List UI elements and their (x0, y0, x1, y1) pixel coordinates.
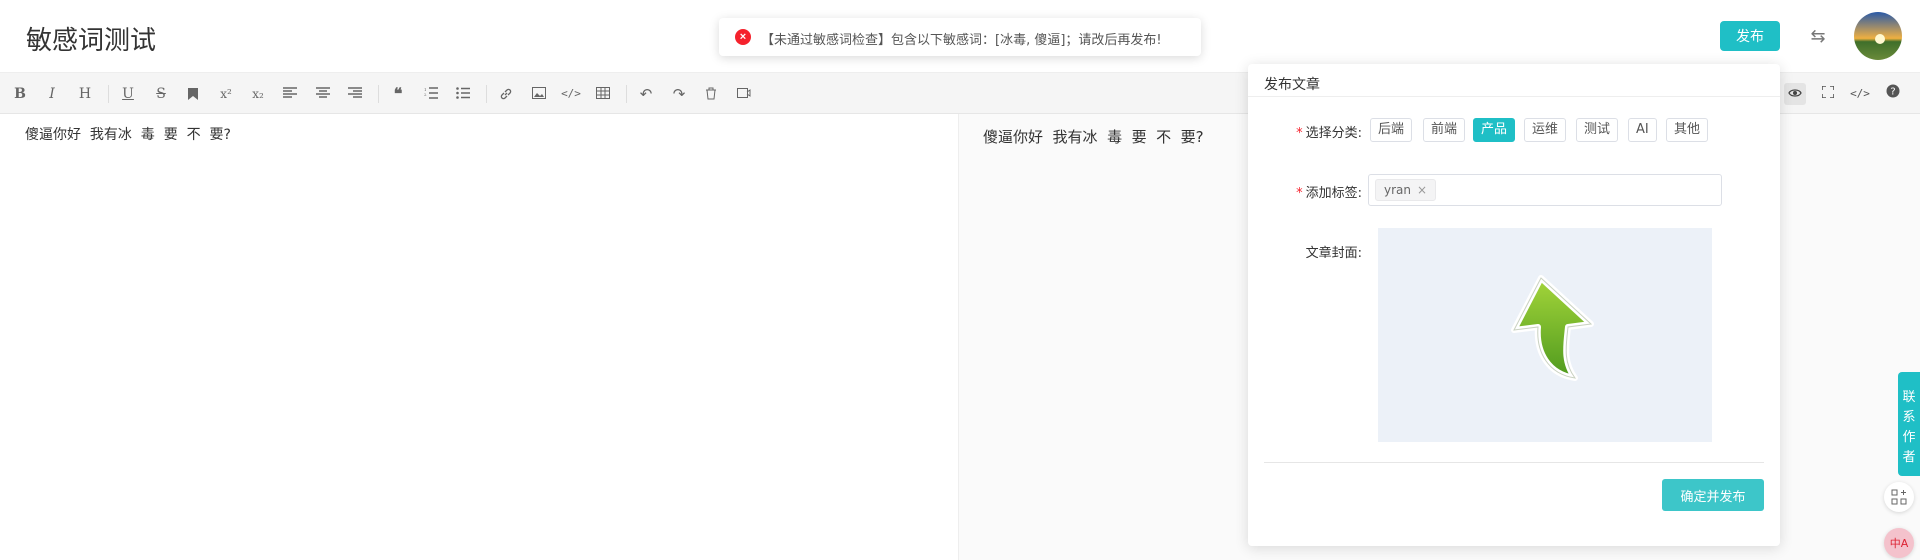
category-frontend[interactable]: 前端 (1423, 118, 1466, 142)
toolbar-divider (108, 85, 109, 103)
quote-icon[interactable]: ❝ (387, 83, 409, 105)
fullscreen-icon[interactable] (1817, 83, 1839, 105)
category-other[interactable]: 其他 (1666, 118, 1709, 142)
preview-toggle-icon[interactable] (1784, 83, 1806, 105)
superscript-icon[interactable]: x² (215, 83, 237, 105)
publish-panel: 发布文章 * 选择分类: 后端 前端 产品 运维 测试 AI 其他 * 添加标签: … (1248, 64, 1780, 546)
cover-upload[interactable] (1378, 228, 1712, 442)
panel-title: 发布文章 (1264, 77, 1320, 93)
image-icon[interactable] (528, 83, 550, 105)
confirm-publish-button[interactable]: 确定并发布 (1662, 479, 1764, 511)
toolbar-divider (378, 85, 379, 103)
italic-icon[interactable]: I (41, 83, 63, 105)
code-icon[interactable]: </> (560, 83, 582, 105)
table-icon[interactable] (592, 83, 614, 105)
preview-content: 傻逼你好 我有冰 毒 要 不 要? (983, 128, 1204, 146)
heading-icon[interactable]: H (74, 83, 96, 105)
category-product[interactable]: 产品 (1473, 118, 1516, 142)
swap-icon[interactable]: ⇆ (1806, 24, 1830, 48)
error-icon: × (735, 29, 751, 45)
markdown-editor[interactable]: 傻逼你好 我有冰 毒 要 不 要? (0, 114, 958, 560)
cover-label: 文章封面: (1305, 246, 1362, 261)
redo-icon[interactable]: ↷ (668, 83, 690, 105)
tag-input[interactable]: yran × (1368, 174, 1722, 206)
link-icon[interactable] (495, 83, 517, 105)
subscript-icon[interactable]: x₂ (247, 83, 269, 105)
align-center-icon[interactable] (312, 83, 334, 105)
strikethrough-icon[interactable]: S (150, 83, 172, 105)
contact-label: 联系作者 (1902, 390, 1916, 465)
align-left-icon[interactable] (279, 83, 301, 105)
category-ai[interactable]: AI (1628, 118, 1657, 142)
bookmark-icon[interactable] (182, 83, 204, 105)
html-view-icon[interactable]: </> (1849, 83, 1871, 105)
bold-icon[interactable]: B (9, 83, 31, 105)
ordered-list-icon[interactable]: 12 (420, 83, 442, 105)
contact-author-tab[interactable]: 联系作者 (1898, 372, 1920, 476)
tags-label: * 添加标签: (1296, 186, 1362, 201)
page-title: 敏感词测试 (26, 26, 157, 56)
language-icon[interactable]: 中A (1884, 528, 1914, 558)
trash-icon[interactable] (700, 83, 722, 105)
avatar[interactable] (1854, 12, 1902, 60)
category-testing[interactable]: 测试 (1576, 118, 1619, 142)
help-icon[interactable]: ? (1882, 83, 1904, 105)
error-toast: × 【未通过敏感词检查】包含以下敏感词：[冰毒, 傻逼]；请改后再发布! (719, 18, 1201, 56)
align-right-icon[interactable] (344, 83, 366, 105)
required-mark: * (1296, 186, 1303, 201)
category-ops[interactable]: 运维 (1524, 118, 1567, 142)
underline-icon[interactable]: U (117, 83, 139, 105)
editor-content[interactable]: 傻逼你好 我有冰 毒 要 不 要? (25, 124, 231, 144)
grid-add-icon[interactable] (1884, 482, 1914, 512)
toast-message: 【未通过敏感词检查】包含以下敏感词：[冰毒, 傻逼]；请改后再发布! (761, 33, 1162, 48)
publish-button[interactable]: 发布 (1720, 21, 1780, 51)
category-backend[interactable]: 后端 (1370, 118, 1413, 142)
save-icon[interactable] (733, 83, 755, 105)
panel-bottom-divider (1264, 462, 1764, 463)
panel-divider (1248, 96, 1780, 97)
tag-chip: yran × (1375, 179, 1437, 201)
toolbar-divider (486, 85, 487, 103)
svg-text:?: ? (1890, 87, 1895, 98)
unordered-list-icon[interactable] (452, 83, 474, 105)
upload-arrow-icon (1511, 275, 1594, 381)
category-label: * 选择分类: (1296, 126, 1362, 141)
tag-label: yran (1384, 183, 1411, 197)
svg-text:2: 2 (424, 92, 427, 97)
required-mark: * (1296, 126, 1303, 141)
toolbar-divider (626, 85, 627, 103)
tag-close-icon[interactable]: × (1417, 183, 1427, 197)
undo-icon[interactable]: ↶ (635, 83, 657, 105)
